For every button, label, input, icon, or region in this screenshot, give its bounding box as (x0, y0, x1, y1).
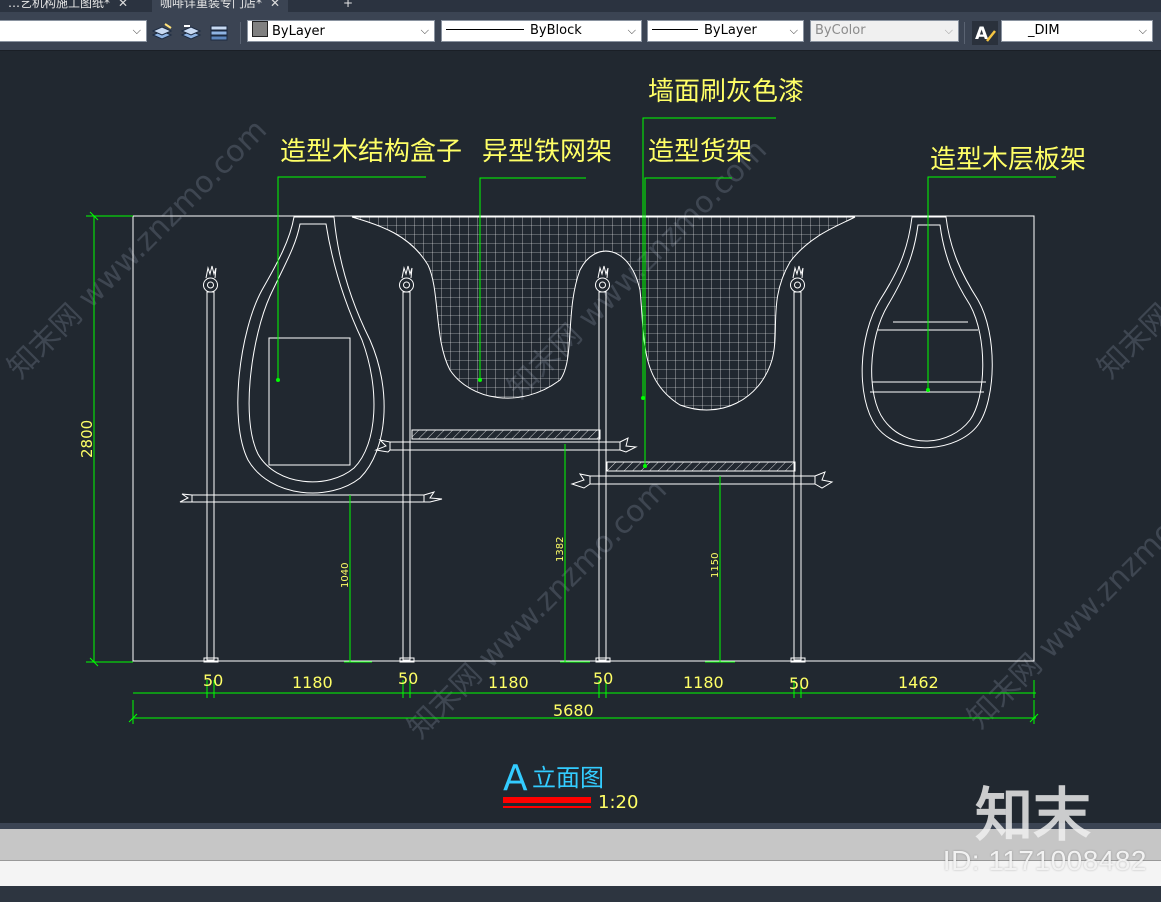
tab-label: 咖啡详重装专门店* (160, 0, 263, 10)
new-tab-button[interactable]: + (335, 0, 361, 12)
callout-wall-paint: 墙面刷灰色漆 (648, 77, 804, 107)
lineweight-dropdown[interactable]: ByLayer ⌵ (647, 20, 804, 42)
layer-previous-icon[interactable] (180, 23, 202, 41)
rod-2 (402, 291, 411, 661)
plus-icon: + (343, 0, 354, 10)
lineweight-value: ByLayer (704, 23, 757, 38)
watermark: 知末网 www.znzmo.com 知末网 www.znzmo.com 知末网 … (1, 113, 1161, 746)
lineweight-preview (652, 29, 698, 30)
shelf-board-1 (411, 429, 601, 440)
brand-logo: 知末 (974, 781, 1091, 849)
dim-h2: 1382 (555, 537, 566, 562)
status-bar (0, 886, 1161, 902)
layer-dropdown[interactable]: ⌵ (0, 20, 147, 42)
tab-label: …艺机构施工图纸* (8, 0, 111, 10)
dim-bottom-6: 1180 (683, 673, 724, 692)
color-dropdown[interactable]: ByLayer ⌵ (247, 20, 435, 42)
toolbar-separator (240, 22, 241, 44)
callout-wood-shelf: 造型木层板架 (930, 145, 1086, 175)
close-icon[interactable]: ✕ (118, 0, 128, 10)
shelf-board-2 (606, 461, 796, 472)
dim-h3: 1150 (710, 553, 721, 578)
toolbar-separator (964, 22, 965, 44)
document-tab-bar: …艺机构施工图纸* ✕ 咖啡详重装专门店* ✕ + (0, 0, 1161, 12)
chevron-down-icon: ⌵ (789, 24, 798, 37)
linetype-value: ByBlock (530, 23, 582, 38)
watermark-text-4: 知末网 www.znzmo.com (961, 463, 1161, 736)
chevron-down-icon: ⌵ (627, 24, 636, 37)
callout-wood-box: 造型木结构盒子 (280, 137, 462, 167)
title-underline (503, 797, 591, 803)
dim-h1: 1040 (340, 563, 351, 588)
callout-labels: 墙面刷灰色漆 造型木结构盒子 异型铁网架 造型货架 造型木层板架 (280, 77, 1086, 175)
title-text: 立面图 (532, 764, 604, 792)
wood-layer-shelf (861, 216, 993, 449)
watermark-text-1: 知末网 www.znzmo.com (1, 113, 274, 386)
dim-height: 2800 (78, 420, 96, 458)
watermark-text-5: 知末网 www.znzmo.com (1091, 113, 1161, 386)
chevron-down-icon: ⌵ (1138, 24, 1147, 37)
plotstyle-value: ByColor (815, 23, 866, 38)
dim-bottom-8: 1462 (898, 673, 939, 692)
watermark-text-2: 知末网 www.znzmo.com (401, 473, 674, 746)
callout-iron-mesh: 异型铁网架 (482, 137, 612, 167)
wood-structure-box (237, 216, 385, 494)
callout-dots (276, 378, 930, 468)
dimstyle-dropdown[interactable]: _DIM ⌵ (1001, 20, 1153, 42)
text-style-icon[interactable]: A (972, 21, 998, 45)
layer-states-icon[interactable] (209, 23, 231, 41)
dim-total: 5680 (553, 701, 594, 720)
plotstyle-dropdown: ByColor ⌵ (810, 20, 959, 42)
dim-bottom-5: 50 (593, 669, 613, 688)
dimstyle-value: _DIM (1028, 23, 1060, 38)
elevation-drawing: 知末网 www.znzmo.com 知末网 www.znzmo.com 知末网 … (1, 77, 1161, 813)
dim-bottom-3: 50 (398, 669, 418, 688)
image-id-label: ID: 1171008482 (942, 845, 1147, 876)
chevron-down-icon: ⌵ (420, 24, 429, 37)
dim-bottom-1: 50 (203, 671, 223, 690)
dim-bottom-4: 1180 (488, 673, 529, 692)
document-tab-1[interactable]: …艺机构施工图纸* ✕ (0, 0, 136, 12)
close-icon[interactable]: ✕ (270, 0, 280, 10)
linetype-preview (446, 29, 524, 30)
linetype-dropdown[interactable]: ByBlock ⌵ (441, 20, 642, 42)
color-swatch (252, 21, 268, 37)
chevron-down-icon: ⌵ (944, 24, 953, 37)
chevron-down-icon: ⌵ (132, 24, 141, 37)
rod-1 (206, 291, 215, 661)
title-underline-thin (503, 806, 591, 808)
dim-bottom-7: 50 (789, 674, 809, 693)
document-tab-2[interactable]: 咖啡详重装专门店* ✕ (152, 0, 289, 12)
layer-match-icon[interactable] (151, 23, 173, 41)
title-letter: A (503, 758, 528, 799)
svg-text:A: A (975, 24, 989, 44)
callout-shelf: 造型货架 (648, 137, 752, 167)
color-value: ByLayer (272, 24, 325, 39)
properties-toolbar: ⌵ ByLayer ⌵ ByBlock ⌵ ByLayer ⌵ ByColor … (0, 12, 1161, 51)
drawing-canvas[interactable]: 知末网 www.znzmo.com 知末网 www.znzmo.com 知末网 … (0, 51, 1161, 823)
dim-bottom-2: 1180 (292, 673, 333, 692)
title-scale: 1:20 (598, 792, 638, 813)
